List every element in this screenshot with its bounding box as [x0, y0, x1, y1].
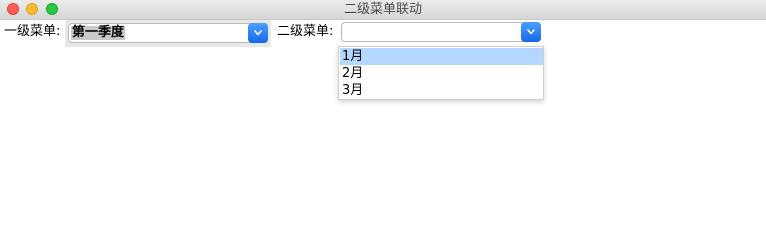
primary-menu-selected-value: 第一季度	[71, 25, 126, 40]
dropdown-option-month-1[interactable]: 1月	[340, 48, 543, 65]
secondary-menu-dropdown-button[interactable]	[521, 22, 541, 42]
title-bar: 二级菜单联动	[0, 0, 766, 20]
secondary-menu-dropdown-list: 1月 2月 3月	[338, 46, 544, 100]
primary-menu-combobox[interactable]: 第一季度	[68, 23, 268, 43]
primary-menu-label: 一级菜单:	[4, 24, 61, 39]
dropdown-option-month-2[interactable]: 2月	[340, 65, 543, 82]
window-title: 二级菜单联动	[343, 2, 422, 17]
app-window: 二级菜单联动 一级菜单: 第一季度 二级菜单: 1月 2月 3月	[0, 0, 766, 213]
secondary-menu-combobox[interactable]	[341, 22, 541, 42]
secondary-menu-label: 二级菜单:	[277, 24, 334, 39]
chevron-down-icon	[527, 29, 535, 35]
dropdown-option-month-3[interactable]: 3月	[340, 82, 543, 99]
chevron-down-icon	[254, 30, 262, 36]
primary-menu-dropdown-button[interactable]	[248, 23, 268, 43]
